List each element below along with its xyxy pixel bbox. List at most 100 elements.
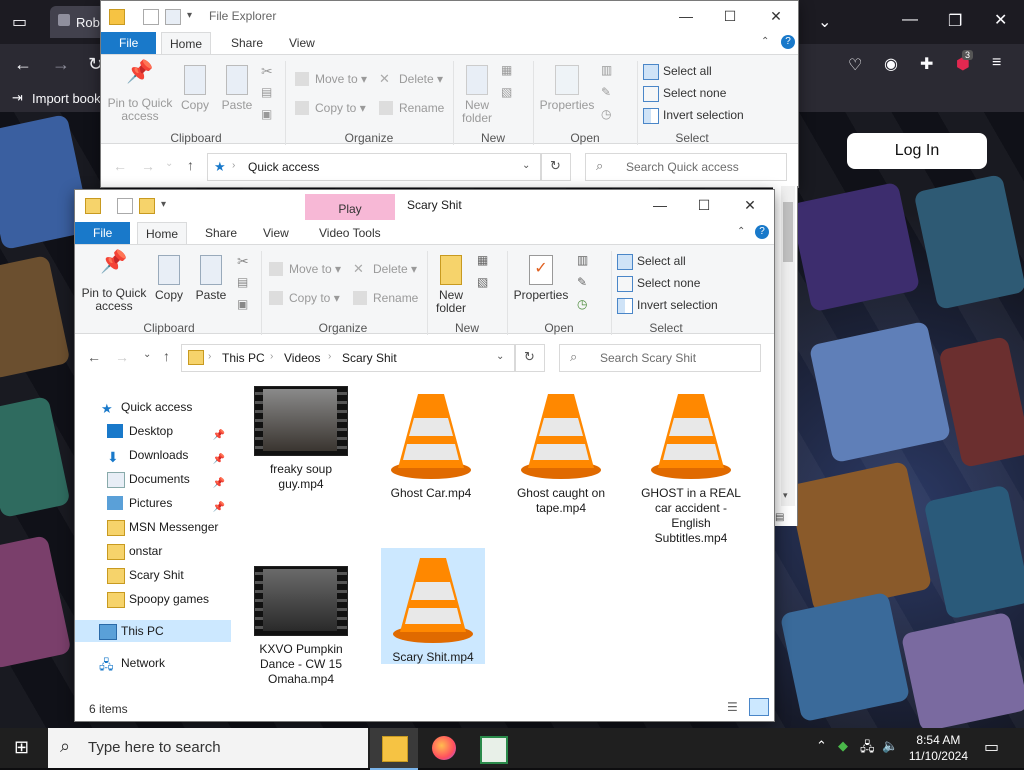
view-toggle-icon[interactable]: ▤	[775, 512, 784, 523]
new-folder-qat-icon[interactable]	[139, 198, 155, 214]
new-item-icon[interactable]: ▦	[477, 253, 488, 267]
properties-button[interactable]: ✓ Properties	[511, 255, 571, 302]
list-tabs-icon[interactable]: ⌄	[818, 12, 831, 32]
menu-icon[interactable]: ≡	[992, 54, 1001, 72]
copy-path-icon[interactable]: ▤	[261, 85, 272, 99]
search-box[interactable]: ⌕ Search Scary Shit	[559, 344, 761, 372]
pin-to-quick-access-button[interactable]: 📌 Pin to Quick access	[81, 251, 147, 313]
select-all-button[interactable]: Select all	[617, 251, 686, 271]
volume-icon[interactable]: 🔈	[882, 738, 898, 754]
tab-file[interactable]: File	[101, 32, 157, 54]
large-icons-view-icon[interactable]	[749, 698, 769, 716]
notifications-icon[interactable]: ▭	[984, 737, 999, 757]
minimize-icon[interactable]: —	[671, 5, 701, 27]
address-bar[interactable]: › This PC › Videos › Scary Shit ⌄	[181, 344, 515, 372]
scroll-down-icon[interactable]: ▾	[783, 490, 788, 501]
forward-arrow-icon[interactable]: →	[115, 349, 129, 365]
pin-to-quick-access-button[interactable]: 📌 Pin to Quick access	[107, 61, 173, 123]
details-view-icon[interactable]: ☰	[727, 700, 738, 714]
search-box[interactable]: ⌕ Search Quick access	[585, 153, 787, 181]
cut-icon[interactable]: ✂	[261, 63, 273, 80]
show-hidden-icons-icon[interactable]: ⌃	[816, 738, 827, 754]
nav-quick-access[interactable]: ★ Quick access	[75, 396, 231, 418]
paste-shortcut-icon[interactable]: ▣	[237, 297, 248, 311]
move-to-button[interactable]: Move to ▾	[295, 69, 367, 89]
ribbon-collapse-icon[interactable]: ⌃	[737, 226, 745, 237]
breadcrumb-scary-shit[interactable]: Scary Shit	[342, 351, 397, 365]
paste-button[interactable]: Paste	[219, 65, 255, 112]
tab-video-tools[interactable]: Video Tools	[311, 222, 389, 244]
history-icon[interactable]: ◷	[601, 107, 611, 121]
nav-item-desktop[interactable]: Desktop 📌	[75, 420, 231, 442]
rename-button[interactable]: Rename	[353, 288, 418, 308]
nav-item-msn-messenger[interactable]: MSN Messenger	[75, 516, 231, 538]
invert-selection-button[interactable]: Invert selection	[617, 295, 718, 315]
taskbar-firefox[interactable]	[420, 728, 468, 768]
restore-browser-icon[interactable]: ❐	[948, 11, 962, 31]
file-item[interactable]: freaky soup guy.mp4	[247, 386, 355, 492]
address-dropdown-icon[interactable]: ⌄	[522, 160, 530, 171]
paste-button[interactable]: Paste	[193, 255, 229, 302]
address-dropdown-icon[interactable]: ⌄	[496, 351, 504, 362]
up-arrow-icon[interactable]: ↑	[187, 157, 194, 173]
maximize-icon[interactable]: ☐	[689, 194, 719, 216]
edit-icon[interactable]: ✎	[601, 85, 611, 99]
import-bookmarks-link[interactable]: Import book	[32, 91, 101, 106]
select-none-button[interactable]: Select none	[617, 273, 700, 293]
select-none-button[interactable]: Select none	[643, 83, 726, 103]
easy-access-icon[interactable]: ▧	[501, 85, 512, 99]
properties-qat-icon[interactable]	[143, 9, 159, 25]
rename-button[interactable]: Rename	[379, 98, 444, 118]
file-item-selected[interactable]: Scary Shit.mp4	[381, 548, 485, 664]
nav-this-pc[interactable]: This PC	[75, 620, 231, 642]
properties-qat-icon[interactable]	[117, 198, 133, 214]
copy-button[interactable]: Copy	[151, 255, 187, 302]
recent-locations-icon[interactable]: ⌄	[165, 158, 173, 169]
close-icon[interactable]: ✕	[761, 5, 791, 27]
new-item-icon[interactable]: ▦	[501, 63, 512, 77]
refresh-button[interactable]: ↻	[541, 153, 571, 181]
scrollbar-thumb[interactable]	[783, 202, 793, 262]
tab-view[interactable]: View	[255, 222, 297, 244]
refresh-button[interactable]: ↻	[515, 344, 545, 372]
clock[interactable]: 8:54 AM 11/10/2024	[909, 732, 968, 764]
file-item[interactable]: Ghost caught on tape.mp4	[507, 386, 615, 516]
open-icon[interactable]: ▥	[601, 63, 612, 77]
up-arrow-icon[interactable]: ↑	[163, 348, 170, 364]
cut-icon[interactable]: ✂	[237, 253, 249, 270]
ribbon-collapse-icon[interactable]: ⌃	[761, 36, 769, 47]
minimize-browser-icon[interactable]: —	[902, 11, 918, 29]
open-icon[interactable]: ▥	[577, 253, 588, 267]
move-to-button[interactable]: Move to ▾	[269, 259, 341, 279]
invert-selection-button[interactable]: Invert selection	[643, 105, 744, 125]
account-icon[interactable]: ◉	[884, 54, 898, 74]
back-arrow-icon[interactable]: ←	[113, 158, 127, 174]
edit-icon[interactable]: ✎	[577, 275, 587, 289]
qat-dropdown-icon[interactable]: ▾	[161, 199, 166, 210]
easy-access-icon[interactable]: ▧	[477, 275, 488, 289]
tab-share[interactable]: Share	[197, 222, 245, 244]
close-browser-icon[interactable]: ✕	[994, 10, 1007, 30]
paste-shortcut-icon[interactable]: ▣	[261, 107, 272, 121]
nav-item-onstar[interactable]: onstar	[75, 540, 231, 562]
new-folder-button[interactable]: New folder	[431, 255, 471, 315]
back-icon[interactable]: ←	[14, 54, 32, 75]
tab-home[interactable]: Home	[137, 222, 188, 244]
history-icon[interactable]: ◷	[577, 297, 587, 311]
windows-start-icon[interactable]: ⊞	[14, 738, 32, 756]
tab-home[interactable]: Home	[161, 32, 212, 54]
nav-item-pictures[interactable]: Pictures 📌	[75, 492, 231, 514]
breadcrumb-quick-access[interactable]: Quick access	[248, 160, 319, 174]
delete-button[interactable]: ✕ Delete ▾	[379, 69, 443, 89]
help-icon[interactable]: ?	[781, 35, 795, 49]
file-item[interactable]: KXVO Pumpkin Dance - CW 15 Omaha.mp4	[247, 566, 355, 687]
nav-item-scary-shit[interactable]: Scary Shit	[75, 564, 231, 586]
breadcrumb-this-pc[interactable]: This PC	[222, 351, 265, 365]
breadcrumb-videos[interactable]: Videos	[284, 351, 320, 365]
minimize-icon[interactable]: —	[645, 194, 675, 216]
tab-share[interactable]: Share	[223, 32, 271, 54]
properties-button[interactable]: Properties	[537, 65, 597, 112]
file-item[interactable]: GHOST in a REAL car accident - English S…	[637, 386, 745, 546]
forward-icon[interactable]: →	[52, 54, 70, 75]
taskbar-file-explorer[interactable]	[370, 728, 418, 770]
